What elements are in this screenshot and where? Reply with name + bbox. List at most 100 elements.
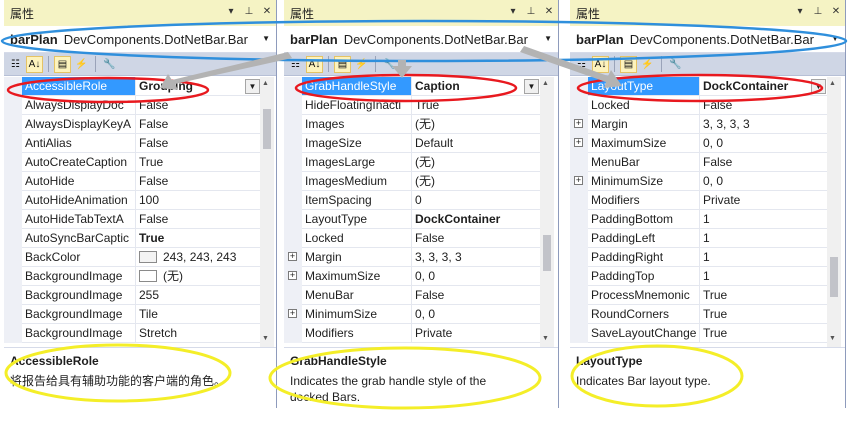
wrench-icon[interactable]: 🔧 <box>667 56 684 73</box>
property-value[interactable]: Caption <box>412 77 540 96</box>
property-value[interactable]: (无) <box>412 115 540 134</box>
property-value[interactable]: 3, 3, 3, 3 <box>700 115 827 134</box>
property-row[interactable]: PaddingLeft 1 <box>570 229 827 248</box>
property-row[interactable]: PaddingBottom 1 <box>570 210 827 229</box>
property-value[interactable]: Default <box>412 134 540 153</box>
property-value[interactable]: Grouping <box>136 77 261 96</box>
property-value[interactable]: False <box>700 96 827 115</box>
property-name[interactable]: AutoCreateCaption <box>22 153 136 172</box>
scroll-down-icon[interactable]: ▼ <box>262 335 269 342</box>
property-row[interactable]: PaddingRight 1 <box>570 248 827 267</box>
value-dropdown-button[interactable]: ▼ <box>524 79 539 94</box>
property-name[interactable]: SaveLayoutChange <box>588 324 700 343</box>
alphabetical-icon[interactable]: A↓ <box>306 55 323 73</box>
property-name[interactable]: Margin <box>302 248 412 267</box>
property-value[interactable]: 3, 3, 3, 3 <box>412 248 540 267</box>
property-value[interactable]: (无) <box>136 267 261 286</box>
property-row[interactable]: RoundCorners True <box>570 305 827 324</box>
property-row[interactable]: + Margin 3, 3, 3, 3 <box>570 115 827 134</box>
property-value[interactable]: 1 <box>700 248 827 267</box>
property-name[interactable]: LayoutType <box>588 77 700 96</box>
property-name[interactable]: MaximumSize <box>588 134 700 153</box>
property-value[interactable]: (无) <box>412 153 540 172</box>
close-icon[interactable]: ✕ <box>262 6 272 18</box>
property-row[interactable]: SaveLayoutChange True <box>570 324 827 343</box>
events-icon[interactable]: ⚡ <box>639 56 656 73</box>
property-name[interactable]: MenuBar <box>302 286 412 305</box>
property-name[interactable]: Locked <box>588 96 700 115</box>
vertical-scrollbar[interactable]: ▲ ▼ <box>827 77 841 347</box>
scroll-up-icon[interactable]: ▲ <box>262 80 269 87</box>
property-name[interactable]: AutoHide <box>22 172 136 191</box>
vertical-scrollbar[interactable]: ▲ ▼ <box>260 77 274 347</box>
property-pages-icon[interactable]: ▤ <box>334 55 351 73</box>
vertical-scrollbar[interactable]: ▲ ▼ <box>540 77 554 347</box>
object-selector[interactable]: barPlan DevComponents.DotNetBar.Bar ▼ <box>4 26 276 53</box>
dropdown-arrow-icon[interactable]: ▾ <box>508 6 518 18</box>
property-value[interactable]: True <box>700 286 827 305</box>
events-icon[interactable]: ⚡ <box>353 56 370 73</box>
property-row[interactable]: ImagesMedium (无) <box>284 172 540 191</box>
property-name[interactable]: AutoHideTabTextA <box>22 210 136 229</box>
property-row[interactable]: + MinimumSize 0, 0 <box>570 172 827 191</box>
wrench-icon[interactable]: 🔧 <box>101 56 118 73</box>
property-pages-icon[interactable]: ▤ <box>54 55 71 73</box>
value-dropdown-button[interactable]: ▼ <box>811 79 826 94</box>
property-value[interactable]: DockContainer <box>412 210 540 229</box>
property-value[interactable]: False <box>136 96 261 115</box>
chevron-down-icon[interactable]: ▼ <box>544 34 552 43</box>
property-value[interactable]: False <box>412 286 540 305</box>
property-row[interactable]: + MaximumSize 0, 0 <box>570 134 827 153</box>
property-value[interactable]: 100 <box>136 191 261 210</box>
property-name[interactable]: Images <box>302 115 412 134</box>
property-value[interactable]: 0, 0 <box>412 267 540 286</box>
property-row[interactable]: ImageSize Default <box>284 134 540 153</box>
property-name[interactable]: PaddingTop <box>588 267 700 286</box>
scrollbar-thumb[interactable] <box>263 109 271 149</box>
property-value[interactable]: 0, 0 <box>700 172 827 191</box>
property-row[interactable]: AutoHideTabTextA False <box>4 210 261 229</box>
property-name[interactable]: BackgroundImage <box>22 286 136 305</box>
property-name[interactable]: LayoutType <box>302 210 412 229</box>
property-row[interactable]: Locked False <box>284 229 540 248</box>
property-row[interactable]: BackColor 243, 243, 243 <box>4 248 261 267</box>
dropdown-arrow-icon[interactable]: ▾ <box>226 6 236 18</box>
property-row[interactable]: AutoHide False <box>4 172 261 191</box>
property-name[interactable]: MinimumSize <box>302 305 412 324</box>
property-name[interactable]: ImagesLarge <box>302 153 412 172</box>
property-name[interactable]: Locked <box>302 229 412 248</box>
property-value[interactable]: False <box>136 115 261 134</box>
property-name[interactable]: GrabHandleStyle <box>302 77 412 96</box>
property-value[interactable]: (无) <box>412 172 540 191</box>
property-value[interactable]: Private <box>700 191 827 210</box>
property-value[interactable]: True <box>412 96 540 115</box>
property-name[interactable]: AutoSyncBarCaptic <box>22 229 136 248</box>
property-row[interactable]: + Margin 3, 3, 3, 3 <box>284 248 540 267</box>
close-icon[interactable]: ✕ <box>544 6 554 18</box>
property-row[interactable]: MenuBar False <box>570 153 827 172</box>
property-value[interactable]: False <box>412 229 540 248</box>
property-value[interactable]: False <box>136 134 261 153</box>
property-name[interactable]: PaddingLeft <box>588 229 700 248</box>
property-name[interactable]: BackColor <box>22 248 136 267</box>
property-name[interactable]: AntiAlias <box>22 134 136 153</box>
property-row[interactable]: ItemSpacing 0 <box>284 191 540 210</box>
property-row[interactable]: + MinimumSize 0, 0 <box>284 305 540 324</box>
expand-plus-icon[interactable]: + <box>574 138 583 147</box>
scroll-down-icon[interactable]: ▼ <box>542 335 549 342</box>
chevron-down-icon[interactable]: ▼ <box>831 34 839 43</box>
wrench-icon[interactable]: 🔧 <box>381 56 398 73</box>
property-row[interactable]: LayoutType DockContainer ▼ <box>570 77 827 96</box>
property-row[interactable]: ProcessMnemonic True <box>570 286 827 305</box>
property-value[interactable]: Stretch <box>136 324 261 343</box>
pin-icon[interactable]: ⊥ <box>813 6 823 18</box>
property-row[interactable]: AccessibleRole Grouping ▼ <box>4 77 261 96</box>
events-icon[interactable]: ⚡ <box>73 56 90 73</box>
scroll-up-icon[interactable]: ▲ <box>542 80 549 87</box>
property-value[interactable]: True <box>700 324 827 343</box>
property-value[interactable]: 255 <box>136 286 261 305</box>
expand-plus-icon[interactable]: + <box>574 119 583 128</box>
categorized-icon[interactable]: ☷ <box>573 56 590 73</box>
scroll-up-icon[interactable]: ▲ <box>829 80 836 87</box>
property-row[interactable]: AntiAlias False <box>4 134 261 153</box>
